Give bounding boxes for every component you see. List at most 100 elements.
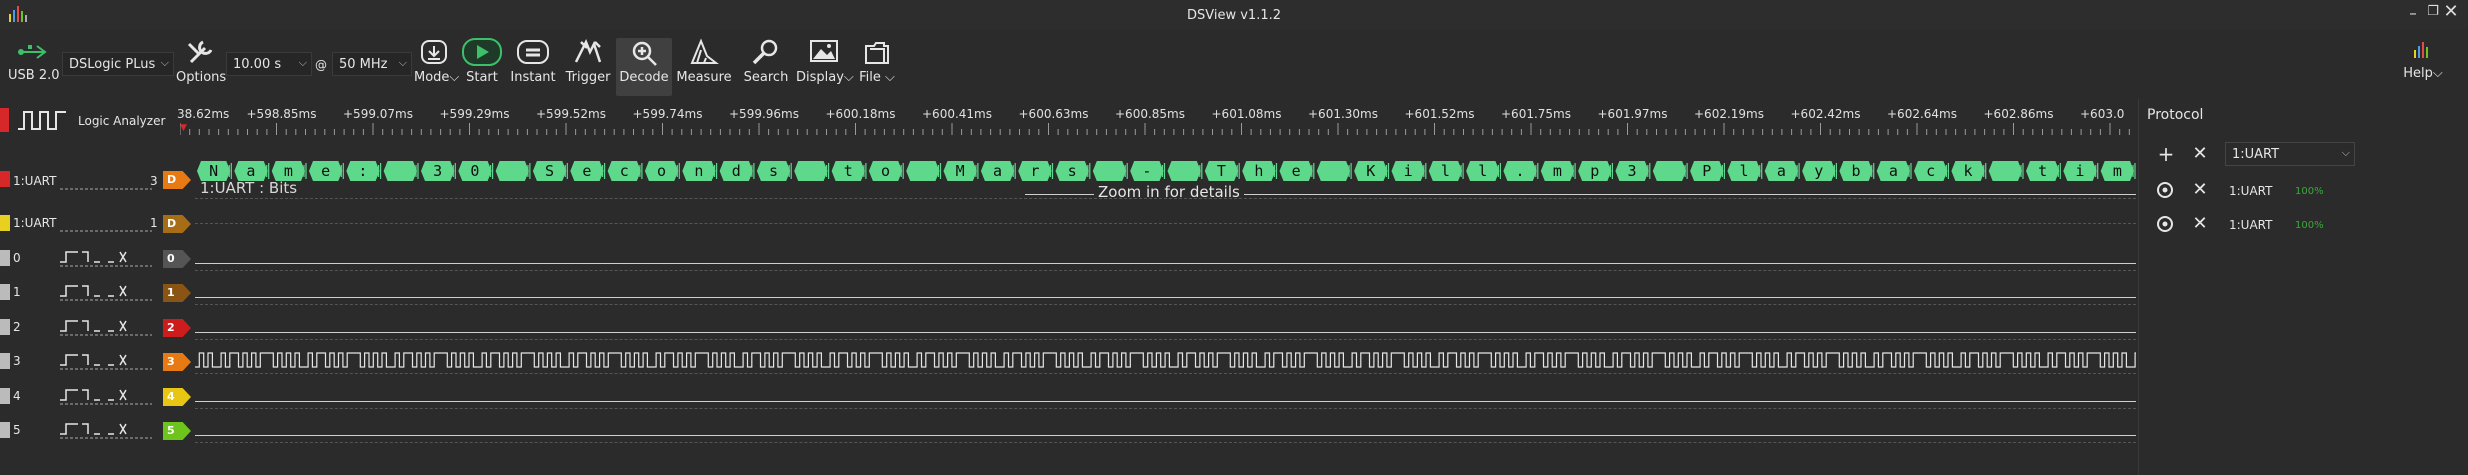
decoded-char: b xyxy=(1851,162,1861,180)
channel-3-waveform xyxy=(195,352,2136,368)
display-button[interactable]: Display⌵ xyxy=(796,38,854,96)
decoded-char: 3 xyxy=(433,162,443,180)
decoded-char: i xyxy=(2075,162,2085,180)
channel-label[interactable]: 1 1 xyxy=(0,282,191,304)
decoded-char: S xyxy=(545,162,555,180)
channel-badge[interactable]: 3 xyxy=(163,353,191,371)
time-ruler[interactable]: 38.62ms +598.85ms +599.07ms +599.29ms +599.5… xyxy=(177,99,2137,135)
dsview-window: DSView v1.1.2 – ❐ ✕ USB 2.0 DSLogic PLus… xyxy=(0,0,2468,475)
mode-button[interactable]: Mode⌵ xyxy=(414,38,459,96)
help-button[interactable]: Help⌵ xyxy=(2398,38,2448,96)
channel-label[interactable]: 1:UART 1 D xyxy=(0,213,191,235)
protocol-entry-name: 1:UART xyxy=(2229,184,2273,198)
decoded-char: p xyxy=(1590,162,1600,180)
instant-button[interactable]: Instant xyxy=(508,38,558,96)
trigger-pattern-icon xyxy=(60,389,127,401)
display-icon xyxy=(810,40,838,62)
trigger-icon xyxy=(574,38,602,63)
decoded-char: k xyxy=(1963,162,1973,180)
decoded-char: m xyxy=(283,162,293,180)
duration-select[interactable]: 10.00 s ⌵ xyxy=(226,52,312,76)
channel-badge[interactable]: 0 xyxy=(163,250,191,268)
decoded-char: c xyxy=(1926,162,1936,180)
ruler-tick-label: +602.64ms xyxy=(1887,107,1957,121)
decoded-char: e xyxy=(1291,162,1301,180)
channel-label[interactable]: 0 0 xyxy=(0,248,191,270)
minimize-button[interactable]: – xyxy=(2402,4,2424,22)
protocol-select[interactable]: 1:UART ⌵ xyxy=(2225,142,2355,166)
decode-icon xyxy=(632,41,657,66)
decode-button[interactable]: Decode xyxy=(616,38,672,96)
channel-badge[interactable]: 1 xyxy=(163,284,191,302)
channel-label[interactable]: 5 5 xyxy=(0,420,191,442)
settings-icon[interactable] xyxy=(2155,180,2175,200)
usb-icon xyxy=(18,45,47,59)
ruler-tick-label: +599.29ms xyxy=(439,107,510,121)
measure-button[interactable]: Measure xyxy=(676,38,732,96)
close-button[interactable]: ✕ xyxy=(2440,1,2462,22)
row-dash xyxy=(60,230,152,232)
chevron-down-icon: ⌵ xyxy=(298,56,307,69)
channel-label[interactable]: 2 2 xyxy=(0,317,191,339)
ruler-tick-label: +599.07ms xyxy=(343,107,413,121)
ruler-tick-label: +603.0 xyxy=(2080,107,2125,121)
ruler-tick-label: 38.62ms xyxy=(177,107,230,121)
decoded-char: 0 xyxy=(470,162,480,180)
ruler-tick-label: +602.86ms xyxy=(1983,107,2054,121)
ruler-tick-label: +600.18ms xyxy=(825,107,896,121)
decoded-char: i xyxy=(1403,162,1413,180)
tools-icon xyxy=(187,40,213,64)
channel-badge[interactable]: 5 xyxy=(163,422,191,440)
logic-wave-icon xyxy=(18,111,66,130)
row-color-bar xyxy=(0,215,10,231)
remove-decoder-button[interactable]: ✕ xyxy=(2187,141,2213,167)
decoder-row-label[interactable]: 1:UART 3 D xyxy=(0,171,191,193)
decoded-char: t xyxy=(2038,162,2048,180)
row-separator xyxy=(195,442,2136,443)
channel-trace xyxy=(195,332,2136,333)
add-decoder-button[interactable]: + xyxy=(2153,141,2179,167)
decoder-badge[interactable]: D xyxy=(163,171,191,189)
ruler-tick-label: +598.85ms xyxy=(246,107,317,121)
decoder-annotation-strip[interactable]: Name: 30 Seconds to Mars - The Kill.mp3 … xyxy=(195,158,2136,184)
start-button[interactable]: Start xyxy=(458,38,506,96)
samplerate-select[interactable]: 50 MHz ⌵ xyxy=(332,52,412,76)
channel-label[interactable]: 4 4 xyxy=(0,386,191,408)
ruler-ticks xyxy=(180,123,2130,135)
channel-trace xyxy=(195,401,2136,402)
row-separator xyxy=(195,223,2136,224)
file-button[interactable]: File ⌵ xyxy=(852,38,902,96)
trigger-pattern-icon xyxy=(60,320,127,332)
decoded-char: m xyxy=(2112,162,2122,180)
row-dash xyxy=(60,403,152,405)
channel-badge[interactable]: 2 xyxy=(163,319,191,337)
red-marker xyxy=(0,108,9,132)
decoded-char: r xyxy=(1030,162,1040,180)
channel-badge[interactable]: 4 xyxy=(163,388,191,406)
decoded-char: T xyxy=(1216,162,1226,180)
settings-icon[interactable] xyxy=(2155,214,2175,234)
decoded-char: l xyxy=(1739,162,1749,180)
channel-label[interactable]: 3 3 xyxy=(0,351,191,373)
device-select[interactable]: DSLogic PLus ⌵ xyxy=(62,52,174,76)
ruler-tick-label: +601.97ms xyxy=(1597,107,1668,121)
decoded-char: n xyxy=(694,162,704,180)
decoded-char: m xyxy=(1552,162,1562,180)
remove-entry-button[interactable]: ✕ xyxy=(2187,177,2213,203)
decoded-char: o xyxy=(881,162,891,180)
close-icon: ✕ xyxy=(2192,143,2208,164)
decoded-char: M xyxy=(955,162,965,180)
device-button[interactable]: USB 2.0 xyxy=(8,38,60,96)
channel-badge[interactable]: D xyxy=(163,215,191,233)
decoded-char: . xyxy=(1515,162,1525,180)
options-button[interactable]: Options xyxy=(176,38,226,96)
remove-entry-button[interactable]: ✕ xyxy=(2187,211,2213,237)
row-color-bar xyxy=(0,388,10,404)
decoded-char: l xyxy=(1440,162,1450,180)
ruler-tick-label: +600.63ms xyxy=(1018,107,1089,121)
row-color-bar xyxy=(0,422,10,438)
search-button[interactable]: Search xyxy=(740,38,792,96)
chevron-down-icon: ⌵ xyxy=(398,56,407,69)
trigger-button[interactable]: Trigger xyxy=(562,38,614,96)
row-separator xyxy=(195,304,2136,305)
